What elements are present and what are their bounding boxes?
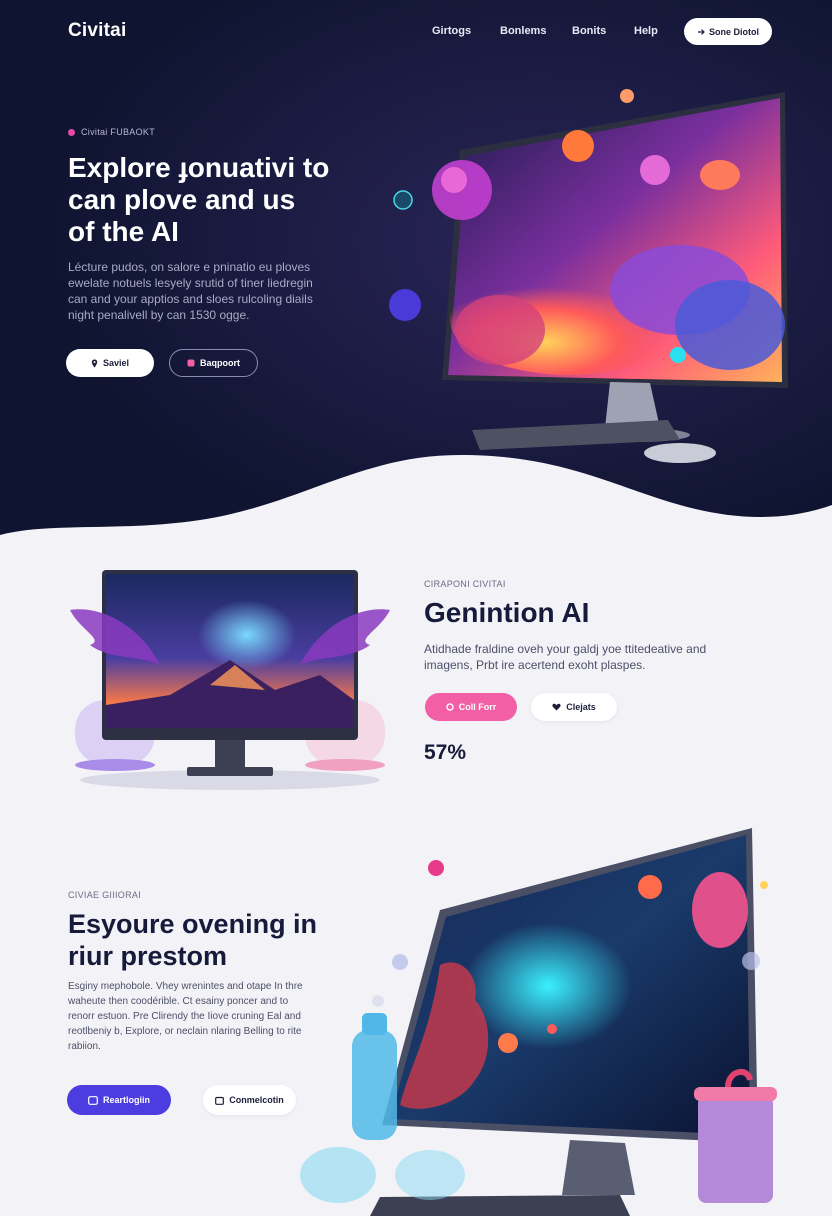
hero-secondary-label: Baqpoort bbox=[200, 358, 240, 368]
hero-section: Civitai Girtogs Bonlems Bonits Help Sone… bbox=[0, 0, 832, 560]
hero-body-line: ewelate notuels lesyely srutid of tiner … bbox=[68, 276, 313, 290]
hero-monitor-illustration bbox=[389, 89, 788, 463]
section3-primary-label: Reartlogiin bbox=[102, 1095, 150, 1105]
circle-icon bbox=[446, 703, 454, 711]
hero-title: Explore ɟonuativi to can plove and us of… bbox=[68, 152, 388, 248]
section2-stat: 57% bbox=[424, 741, 467, 764]
hero-title-line: of the AI bbox=[68, 216, 179, 247]
hero-eyebrow-text: Civitai FUBAOKT bbox=[81, 127, 156, 137]
hero-body-line: Lécture pudos, on salore e pninatio eu p… bbox=[68, 260, 311, 274]
nav-link-girtogs[interactable]: Girtogs bbox=[432, 25, 471, 37]
section3-secondary-button[interactable]: Conmelcotin bbox=[203, 1085, 296, 1115]
hero-description: Lécture pudos, on salore e pninatio eu p… bbox=[68, 259, 348, 323]
image-icon bbox=[88, 1095, 98, 1105]
pink-dot-icon bbox=[68, 128, 75, 136]
section2-primary-label: Coll Forr bbox=[458, 702, 497, 712]
hero-primary-label: Saviel bbox=[102, 358, 130, 368]
hero-body-line: night penalivell by can 1530 ogge. bbox=[68, 308, 250, 322]
section2-eyebrow: CIRAPONI CIVITAI bbox=[424, 579, 506, 589]
hero-eyebrow: Civitai FUBAOKT bbox=[68, 127, 155, 137]
hero-primary-button[interactable]: Saviel bbox=[66, 349, 154, 377]
hero-body-line: can and your apptios and sloes rulcoling… bbox=[68, 292, 313, 306]
section2-description: Atidhade fraldine oveh your galdj yoe tt… bbox=[424, 641, 744, 673]
section3-secondary-label: Conmelcotin bbox=[229, 1095, 284, 1105]
section2-secondary-label: Clejats bbox=[566, 702, 596, 712]
section2-primary-button[interactable]: Coll Forr bbox=[425, 693, 517, 721]
nav-link-help[interactable]: Help bbox=[634, 25, 658, 37]
hero-title-line: can plove and us bbox=[68, 184, 296, 215]
arrow-right-icon bbox=[697, 28, 705, 36]
heart-icon bbox=[552, 703, 561, 711]
section2-monitor-illustration bbox=[70, 570, 390, 790]
sparkle-icon bbox=[187, 359, 195, 367]
nav-link-bonits[interactable]: Bonits bbox=[572, 25, 606, 37]
section3-primary-button[interactable]: Reartlogiin bbox=[67, 1085, 171, 1115]
section2-body-line: imagens, Prbt ire acertend exoht plaspes… bbox=[424, 658, 646, 672]
section3-monitor-illustration bbox=[300, 828, 777, 1216]
nav-link-bonlems[interactable]: Bonlems bbox=[500, 25, 546, 37]
section2-body-line: Atidhade fraldine oveh your galdj yoe tt… bbox=[424, 642, 707, 656]
folder-icon bbox=[215, 1096, 225, 1105]
nav-cta-label: Sone Diotol bbox=[709, 26, 759, 37]
pin-icon bbox=[91, 359, 98, 368]
logo[interactable]: Civitai bbox=[68, 20, 126, 42]
hero-title-line: Explore ɟonuativi to bbox=[68, 152, 330, 183]
section2-secondary-button[interactable]: Clejats bbox=[531, 693, 617, 721]
section2-title: Genintion AI bbox=[424, 597, 590, 628]
section3-eyebrow: CIVIAE GIIIORAI bbox=[68, 890, 142, 900]
top-nav: Civitai Girtogs Bonlems Bonits Help Sone… bbox=[0, 0, 832, 64]
nav-cta-button[interactable]: Sone Diotol bbox=[684, 18, 772, 45]
hero-secondary-button[interactable]: Baqpoort bbox=[169, 349, 258, 377]
